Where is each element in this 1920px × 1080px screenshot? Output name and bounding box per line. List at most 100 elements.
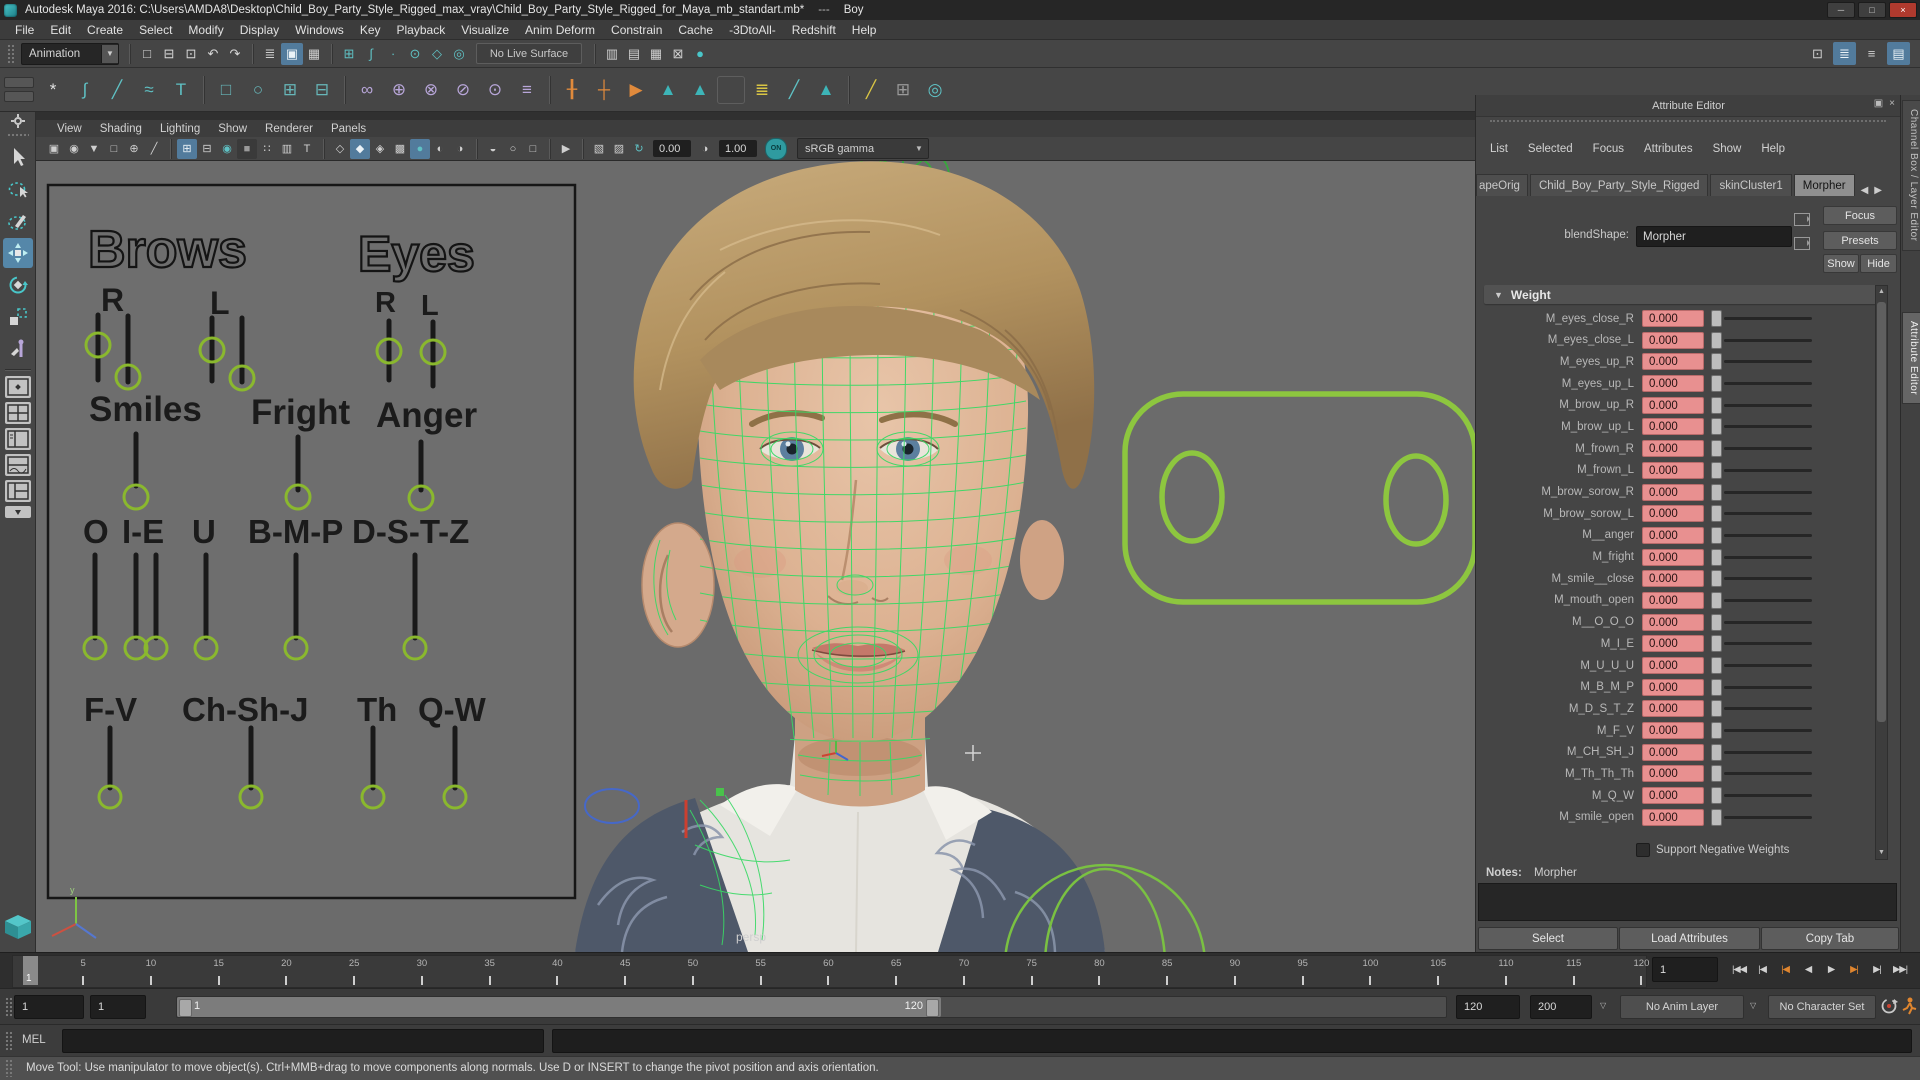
- modeling-toolkit-toggle-icon[interactable]: ⊡: [1806, 42, 1829, 65]
- weight-value-field[interactable]: 0.000: [1642, 353, 1704, 370]
- minimize-button[interactable]: ─: [1827, 2, 1855, 18]
- weight-slider-handle[interactable]: [1711, 744, 1722, 761]
- weight-slider-track[interactable]: [1724, 621, 1812, 624]
- gate-mask-icon[interactable]: ■: [237, 139, 257, 159]
- menu-set-dropdown[interactable]: Animation ▼: [21, 43, 119, 65]
- misc-shelf-icon[interactable]: ⊞: [888, 75, 918, 105]
- grease-pencil-icon[interactable]: ╱: [144, 139, 164, 159]
- display-layers-icon[interactable]: ≣: [747, 75, 777, 105]
- paint-weights-icon[interactable]: ╱: [779, 75, 809, 105]
- viewport-menu-shading[interactable]: Shading: [93, 122, 149, 136]
- weight-value-field[interactable]: 0.000: [1642, 505, 1704, 522]
- pole-vector-icon[interactable]: ≡: [512, 75, 542, 105]
- film-gate-icon[interactable]: ⊟: [197, 139, 217, 159]
- ae-tab-skincluster1[interactable]: skinCluster1: [1710, 174, 1791, 196]
- weight-value-field[interactable]: 0.000: [1642, 310, 1704, 327]
- focus-button[interactable]: Focus: [1823, 206, 1897, 225]
- scale-constraint-icon[interactable]: ⊘: [448, 75, 478, 105]
- animation-start-field[interactable]: 1: [14, 995, 84, 1019]
- range-grip[interactable]: [5, 997, 12, 1017]
- menu-create[interactable]: Create: [80, 21, 130, 39]
- weight-slider-track[interactable]: [1724, 360, 1812, 363]
- layout-persp-graph-button[interactable]: [5, 454, 31, 476]
- weight-slider-track[interactable]: [1724, 707, 1812, 710]
- weight-section-header[interactable]: ▼ Weight: [1484, 285, 1884, 304]
- parent-constraint-icon[interactable]: ∞: [352, 75, 382, 105]
- weight-slider-track[interactable]: [1724, 469, 1812, 472]
- viewport-menu-renderer[interactable]: Renderer: [258, 122, 320, 136]
- weight-slider-track[interactable]: [1724, 382, 1812, 385]
- side-tab-channel-box-layer-editor[interactable]: Channel Box / Layer Editor: [1902, 100, 1920, 251]
- snap-to-point-icon[interactable]: ∙: [382, 43, 404, 65]
- play-backwards-button[interactable]: ◀: [1797, 956, 1819, 983]
- weight-slider-track[interactable]: [1724, 751, 1812, 754]
- render-current-frame-icon[interactable]: ▤: [623, 43, 645, 65]
- load-attributes-button[interactable]: Load Attributes: [1619, 927, 1760, 950]
- auto-keyframe-icon[interactable]: [1880, 997, 1898, 1020]
- rotate-tool-icon[interactable]: [3, 270, 33, 300]
- weight-slider-handle[interactable]: [1711, 657, 1722, 674]
- multisampling-icon[interactable]: □: [523, 139, 543, 159]
- timeline-ruler[interactable]: 1 51015202530354045505560657075808590951…: [12, 955, 1647, 988]
- weight-value-field[interactable]: 0.000: [1642, 332, 1704, 349]
- weight-slider-handle[interactable]: [1711, 375, 1722, 392]
- pencil-curve-tool-icon[interactable]: ╱: [102, 75, 132, 105]
- ae-menu-show[interactable]: Show: [1705, 141, 1750, 157]
- go-to-end-button[interactable]: ▶▶|: [1889, 956, 1911, 983]
- isolate-select-icon[interactable]: ▶: [556, 139, 576, 159]
- weight-slider-track[interactable]: [1724, 577, 1812, 580]
- weight-slider-handle[interactable]: [1711, 397, 1722, 414]
- scrollbar-thumb[interactable]: [1877, 302, 1886, 722]
- weight-slider-track[interactable]: [1724, 816, 1812, 819]
- weight-value-field[interactable]: 0.000: [1642, 765, 1704, 782]
- weight-slider-handle[interactable]: [1711, 679, 1722, 696]
- close-panel-icon[interactable]: ×: [1889, 98, 1895, 109]
- weight-slider-track[interactable]: [1724, 317, 1812, 320]
- weight-value-field[interactable]: 0.000: [1642, 462, 1704, 479]
- weight-value-field[interactable]: 0.000: [1642, 722, 1704, 739]
- weight-value-field[interactable]: 0.000: [1642, 418, 1704, 435]
- step-forward-frame-button[interactable]: ▶|: [1866, 956, 1888, 983]
- ae-menu-selected[interactable]: Selected: [1520, 141, 1581, 157]
- weight-slider-handle[interactable]: [1711, 440, 1722, 457]
- ep-curve-tool-icon[interactable]: ∫: [70, 75, 100, 105]
- ae-menu-attributes[interactable]: Attributes: [1636, 141, 1701, 157]
- text-tool-icon[interactable]: T: [166, 75, 196, 105]
- render-view-icon[interactable]: ▥: [601, 43, 623, 65]
- play-forwards-button[interactable]: ▶: [1820, 956, 1842, 983]
- ipr-render-icon[interactable]: ▦: [645, 43, 667, 65]
- tab-scroll-right-icon[interactable]: ▶: [1874, 185, 1882, 196]
- color-transform-dropdown[interactable]: sRGB gamma ▼: [797, 138, 929, 159]
- paint-select-tool-icon[interactable]: [3, 206, 33, 236]
- range-end-handle[interactable]: [926, 999, 939, 1017]
- hide-button[interactable]: Hide: [1860, 254, 1897, 273]
- ae-menu-help[interactable]: Help: [1753, 141, 1793, 157]
- menu-modify[interactable]: Modify: [181, 21, 230, 39]
- maya-shelf-icon[interactable]: ▲: [685, 75, 715, 105]
- weight-value-field[interactable]: 0.000: [1642, 570, 1704, 587]
- weight-value-field[interactable]: 0.000: [1642, 744, 1704, 761]
- aim-constraint-icon[interactable]: ⊙: [480, 75, 510, 105]
- hypershade-sphere-icon[interactable]: ●: [689, 43, 711, 65]
- menu-constrain[interactable]: Constrain: [604, 21, 669, 39]
- anim-layer-button[interactable]: No Anim Layer: [1620, 995, 1744, 1019]
- show-button[interactable]: Show: [1823, 254, 1859, 273]
- toolbox-grip[interactable]: [7, 133, 29, 138]
- select-button[interactable]: Select: [1478, 927, 1618, 950]
- two-d-pan-zoom-icon[interactable]: ⊕: [124, 139, 144, 159]
- new-scene-icon[interactable]: □: [136, 43, 158, 65]
- viewport-canvas[interactable]: Brows Eyes R L R L Smiles Fright Anger O…: [36, 161, 1475, 952]
- weight-slider-track[interactable]: [1724, 794, 1812, 797]
- weight-value-field[interactable]: 0.000: [1642, 375, 1704, 392]
- weight-slider-handle[interactable]: [1711, 310, 1722, 327]
- weight-slider-handle[interactable]: [1711, 614, 1722, 631]
- poly-cylinder-icon[interactable]: ⊟: [307, 75, 337, 105]
- layout-dropdown-button[interactable]: [5, 506, 31, 518]
- weight-value-field[interactable]: 0.000: [1642, 592, 1704, 609]
- help-line-grip[interactable]: [5, 1059, 12, 1077]
- go-to-start-button[interactable]: |◀◀: [1728, 956, 1750, 983]
- playback-start-field[interactable]: 1: [90, 995, 146, 1019]
- weight-slider-handle[interactable]: [1711, 787, 1722, 804]
- snap-view-plane-icon[interactable]: ◇: [426, 43, 448, 65]
- menu-display[interactable]: Display: [233, 21, 286, 39]
